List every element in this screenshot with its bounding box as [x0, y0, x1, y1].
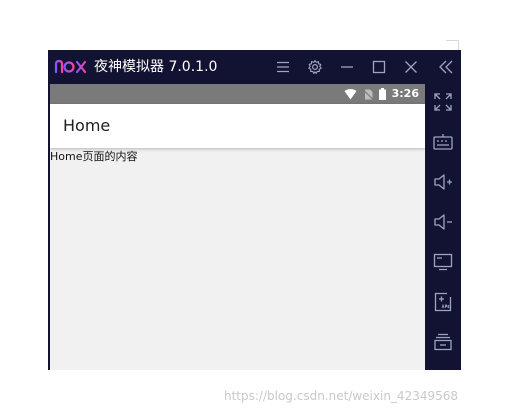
screen-button[interactable] [431, 250, 455, 274]
multi-instance-icon [434, 333, 452, 351]
page-title: Home [63, 116, 111, 135]
fullscreen-button[interactable] [431, 90, 455, 114]
collapse-sidebar-button[interactable] [435, 56, 457, 78]
maximize-button[interactable] [368, 56, 390, 78]
minimize-button[interactable] [336, 56, 358, 78]
title-bar: 夜神模拟器 7.0.1.0 [48, 50, 461, 84]
battery-icon [378, 88, 386, 100]
keyboard-icon [433, 134, 453, 150]
settings-button[interactable] [304, 56, 326, 78]
emulator-window: 夜神模拟器 7.0.1.0 3:26 Home Home页面的内容 [48, 50, 461, 370]
status-time: 3:26 [391, 87, 419, 100]
nox-logo-icon [54, 59, 87, 74]
apk-install-button[interactable] [431, 290, 455, 314]
side-toolbar [425, 84, 461, 370]
apk-install-icon [434, 292, 452, 312]
menu-button[interactable] [272, 56, 294, 78]
status-icons: 3:26 [344, 87, 419, 101]
close-button[interactable] [400, 56, 422, 78]
nox-logo [54, 58, 88, 76]
volume-down-icon [434, 214, 452, 230]
page: 夜神模拟器 7.0.1.0 3:26 Home Home页面的内容 https:… [0, 0, 506, 414]
android-screen[interactable]: 3:26 Home Home页面的内容 [50, 84, 425, 370]
gear-icon [308, 59, 322, 74]
fullscreen-icon [434, 93, 452, 111]
no-sim-icon [362, 89, 373, 99]
watermark: https://blog.csdn.net/weixin_42349568 [224, 389, 459, 403]
close-icon [405, 61, 417, 73]
home-content-text: Home页面的内容 [50, 150, 138, 163]
volume-up-button[interactable] [431, 170, 455, 194]
screen-icon [433, 253, 453, 271]
app-bar: Home [50, 104, 425, 148]
minimize-icon [341, 66, 353, 68]
multi-instance-button[interactable] [431, 330, 455, 354]
volume-down-button[interactable] [431, 210, 455, 234]
volume-up-icon [434, 174, 452, 190]
android-status-bar: 3:26 [50, 84, 425, 104]
menu-icon [277, 61, 289, 73]
wifi-icon [344, 88, 357, 99]
maximize-icon [372, 60, 386, 74]
app-title: 夜神模拟器 7.0.1.0 [94, 59, 218, 75]
collapse-icon [439, 60, 453, 74]
keyboard-button[interactable] [431, 130, 455, 154]
